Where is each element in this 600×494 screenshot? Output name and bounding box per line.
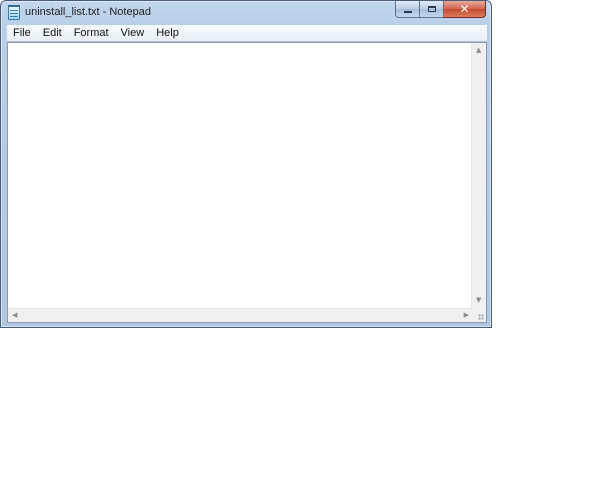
notepad-window: uninstall_list.txt - Notepad ✕ File Edit… <box>0 0 492 328</box>
editor-frame: ▲ ▼ ◀ ▶ <box>7 42 487 323</box>
menu-format[interactable]: Format <box>68 27 115 39</box>
menu-file[interactable]: File <box>7 27 37 39</box>
horizontal-scrollbar[interactable]: ◀ ▶ <box>8 308 473 322</box>
window-title: uninstall_list.txt - Notepad <box>25 6 151 18</box>
menu-help[interactable]: Help <box>150 27 185 39</box>
maximize-button[interactable] <box>420 1 444 18</box>
text-editor[interactable] <box>8 43 473 308</box>
menu-bar: File Edit Format View Help <box>7 25 487 42</box>
scroll-down-icon[interactable]: ▼ <box>476 297 481 304</box>
minimize-icon <box>403 10 412 13</box>
maximize-icon <box>427 6 436 12</box>
size-grip-icon[interactable] <box>471 308 486 322</box>
close-button[interactable]: ✕ <box>444 1 486 18</box>
caption-buttons: ✕ <box>395 1 486 19</box>
minimize-button[interactable] <box>395 1 420 18</box>
menu-view[interactable]: View <box>115 27 151 39</box>
notepad-icon[interactable] <box>8 5 20 20</box>
scroll-right-icon[interactable]: ▶ <box>464 312 469 319</box>
scroll-left-icon[interactable]: ◀ <box>12 312 17 319</box>
title-bar[interactable]: uninstall_list.txt - Notepad ✕ <box>1 1 491 25</box>
close-icon: ✕ <box>459 2 470 16</box>
menu-edit[interactable]: Edit <box>37 27 68 39</box>
scroll-up-icon[interactable]: ▲ <box>476 47 481 54</box>
vertical-scrollbar[interactable]: ▲ ▼ <box>471 43 486 308</box>
